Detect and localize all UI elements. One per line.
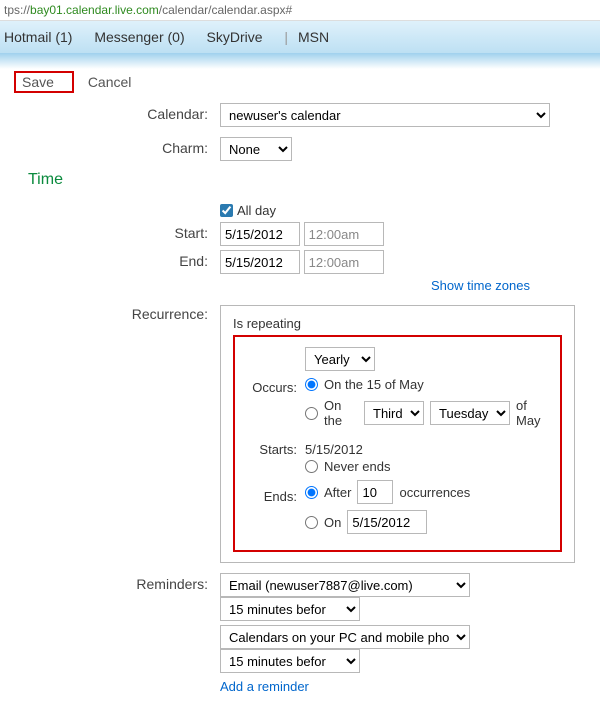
on-date-radio[interactable] xyxy=(305,516,318,529)
nav-skydrive[interactable]: SkyDrive xyxy=(207,29,263,45)
label-recurrence: Recurrence: xyxy=(10,303,220,322)
reminder1-method-select[interactable]: Email (newuser7887@live.com) xyxy=(220,573,470,597)
add-reminder-link[interactable]: Add a reminder xyxy=(220,679,309,694)
occurs-fixed-label: On the 15 of May xyxy=(324,377,424,392)
nav-divider: | xyxy=(284,29,288,45)
start-time-input xyxy=(304,222,384,246)
save-button[interactable]: Save xyxy=(22,74,54,90)
occurs-select[interactable]: Yearly xyxy=(305,347,375,371)
occurs-nth-suffix: of May xyxy=(516,398,550,428)
start-date-input[interactable] xyxy=(220,222,300,246)
end-date-input[interactable] xyxy=(220,250,300,274)
toolbar: Save Cancel xyxy=(0,69,600,103)
recurrence-highlight: Occurs: Yearly On the 15 of May xyxy=(233,335,562,552)
recurrence-box: Is repeating Occurs: Yearly xyxy=(220,305,575,563)
never-ends-label: Never ends xyxy=(324,459,390,474)
occurs-day-select[interactable]: Tuesday xyxy=(430,401,510,425)
cancel-button[interactable]: Cancel xyxy=(88,74,132,90)
reminder2-time-select[interactable]: 15 minutes befor xyxy=(220,649,360,673)
show-timezones-link[interactable]: Show time zones xyxy=(431,278,530,293)
label-starts: Starts: xyxy=(245,442,305,457)
after-count-input[interactable] xyxy=(357,480,393,504)
label-reminders: Reminders: xyxy=(10,573,220,592)
charm-select[interactable]: None xyxy=(220,137,292,161)
label-calendar: Calendar: xyxy=(10,103,220,122)
url-bar: tps://bay01.calendar.live.com/calendar/c… xyxy=(0,0,600,21)
top-nav: Hotmail (1) Messenger (0) SkyDrive | MSN xyxy=(0,21,600,53)
is-repeating-label: Is repeating xyxy=(233,316,562,331)
on-date-input[interactable] xyxy=(347,510,427,534)
after-prefix: After xyxy=(324,485,351,500)
after-suffix: occurrences xyxy=(399,485,470,500)
starts-value: 5/15/2012 xyxy=(305,442,550,457)
gradient-strip xyxy=(0,53,600,69)
calendar-select[interactable]: newuser's calendar xyxy=(220,103,550,127)
label-ends: Ends: xyxy=(245,489,305,504)
occurs-nth-radio[interactable] xyxy=(305,407,318,420)
section-time: Time xyxy=(28,171,590,189)
occurs-fixed-radio[interactable] xyxy=(305,378,318,391)
label-end: End: xyxy=(10,250,220,269)
label-charm: Charm: xyxy=(10,137,220,156)
nav-hotmail[interactable]: Hotmail (1) xyxy=(4,29,72,45)
allday-label: All day xyxy=(237,203,276,218)
occurs-nth-prefix: On the xyxy=(324,398,358,428)
label-start: Start: xyxy=(10,222,220,241)
after-radio[interactable] xyxy=(305,486,318,499)
allday-checkbox[interactable] xyxy=(220,204,233,217)
never-ends-radio[interactable] xyxy=(305,460,318,473)
on-date-prefix: On xyxy=(324,515,341,530)
save-highlight: Save xyxy=(14,71,74,93)
end-time-input xyxy=(304,250,384,274)
reminder1-time-select[interactable]: 15 minutes befor xyxy=(220,597,360,621)
reminder2-method-select[interactable]: Calendars on your PC and mobile phone xyxy=(220,625,470,649)
occurs-ordinal-select[interactable]: Third xyxy=(364,401,424,425)
label-occurs: Occurs: xyxy=(245,380,305,395)
nav-messenger[interactable]: Messenger (0) xyxy=(94,29,184,45)
nav-msn[interactable]: MSN xyxy=(298,29,329,45)
